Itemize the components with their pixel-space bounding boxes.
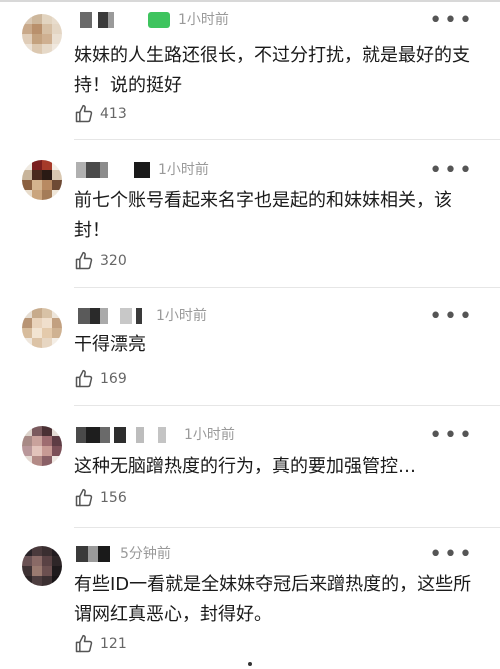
more-icon[interactable]: ••• (429, 160, 474, 182)
avatar[interactable] (22, 308, 62, 348)
like-button[interactable]: 169 (74, 367, 127, 391)
comment-text: 前七个账号看起来名字也是起的和妹妹相关，该封！ (74, 190, 452, 241)
like-count: 121 (100, 636, 127, 652)
thumbs-up-icon (75, 488, 93, 507)
comment-item: 1小时前 ••• 这种无脑蹭热度的行为，真的要加强管控… 156 (0, 406, 500, 528)
comment-text: 有些ID一看就是全妹妹夺冠后来蹭热度的，这些所谓网红真恶心，封得好。 (74, 574, 472, 625)
thumbs-up-icon (75, 251, 93, 270)
more-icon[interactable]: ••• (429, 10, 474, 32)
comment-time: 1小时前 (156, 308, 207, 324)
avatar[interactable] (22, 426, 62, 466)
like-button[interactable]: 413 (74, 102, 127, 126)
like-count: 320 (100, 253, 127, 269)
comment-time: 1小时前 (178, 12, 229, 28)
more-icon[interactable]: ••• (429, 306, 474, 328)
like-count: 413 (100, 106, 127, 122)
thumbs-up-icon (75, 369, 93, 388)
comment-time: 5分钟前 (120, 546, 171, 562)
like-count: 156 (100, 490, 127, 506)
comment-text: 这种无脑蹭热度的行为，真的要加强管控… (74, 456, 416, 477)
comment-item: 1小时前 ••• 前七个账号看起来名字也是起的和妹妹相关，该封！ 320 (0, 140, 500, 288)
like-button[interactable]: 320 (74, 249, 127, 273)
comment-text: 干得漂亮 (74, 334, 146, 355)
page-indicator-dot (248, 662, 252, 666)
username-pixelated[interactable] (76, 12, 172, 28)
thumbs-up-icon (75, 634, 93, 653)
like-button[interactable]: 156 (74, 486, 127, 510)
comment-item: 1小时前 ••• 干得漂亮 169 (0, 288, 500, 406)
comment-time: 1小时前 (158, 162, 209, 178)
like-count: 169 (100, 371, 127, 387)
comment-item: 5分钟前 ••• 有些ID一看就是全妹妹夺冠后来蹭热度的，这些所谓网红真恶心，封… (0, 528, 500, 669)
more-icon[interactable]: ••• (429, 544, 474, 566)
avatar[interactable] (22, 546, 62, 586)
avatar[interactable] (22, 160, 62, 200)
more-icon[interactable]: ••• (429, 425, 474, 447)
comment-item: 1小时前 ••• 妹妹的人生路还很长，不过分打扰，就是最好的支持！说的挺好 41… (0, 0, 500, 140)
comment-time: 1小时前 (184, 427, 235, 443)
avatar[interactable] (22, 14, 62, 54)
comment-text: 妹妹的人生路还很长，不过分打扰，就是最好的支持！说的挺好 (74, 45, 470, 96)
like-button[interactable]: 121 (74, 632, 127, 656)
badge-icon (148, 12, 170, 28)
thumbs-up-icon (75, 104, 93, 123)
username-pixelated[interactable] (76, 427, 172, 443)
